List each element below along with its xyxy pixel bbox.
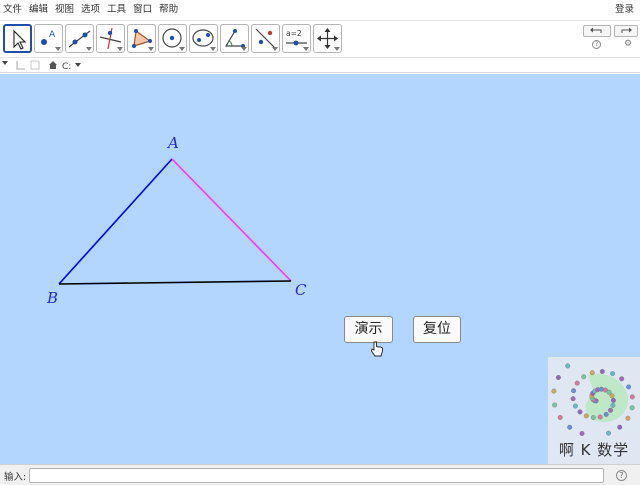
graphics-view[interactable]: A B C 演示 复位 啊 K 数学 [0,74,640,464]
input-field[interactable] [29,468,604,483]
help-icon[interactable]: ? [592,40,601,49]
redo-icon [621,27,632,33]
tool-menu-arrow-icon [117,47,123,51]
input-help-icon[interactable]: ? [616,470,627,481]
demo-button[interactable]: 演示 [344,316,393,343]
point-c-label: C [295,281,307,299]
input-label: 输入: [4,472,27,483]
point-tool-button[interactable]: A [34,24,63,53]
segment-ac[interactable] [171,158,292,282]
slider-tool-text: a=2 [286,29,302,38]
point-b-label: B [47,289,59,307]
axes-icon[interactable] [16,61,25,70]
circle-three-points-tool-button[interactable] [189,24,218,53]
tool-menu-arrow-icon [334,47,340,51]
tool-menu-arrow-icon [272,47,278,51]
spiral-dots-logo-icon [551,363,635,436]
toolbar: A a=2 [0,20,640,58]
graphics-style-bar: C: [0,58,640,73]
input-bar: 输入: ? [0,464,640,485]
tool-menu-arrow-icon [86,47,92,51]
slider-tool-button[interactable]: a=2 [282,24,311,53]
move-tool-icon [13,29,27,50]
segment-ab[interactable] [58,158,173,285]
menu-bar: 文件 编辑 视图 选项 工具 窗口 帮助 [0,0,640,19]
logo: 啊 K 数学 [548,357,640,464]
circle-tool-button[interactable] [158,24,187,53]
tool-menu-arrow-icon [55,47,61,51]
redo-button[interactable] [614,25,638,37]
tool-menu-arrow-icon [148,47,154,51]
style-bar-toggle-icon[interactable] [2,61,8,65]
menu-view[interactable]: 视图 [52,0,78,19]
menu-tools[interactable]: 工具 [104,0,130,19]
move-tool-button[interactable] [3,24,32,53]
svg-text:A: A [49,30,56,40]
tool-menu-arrow-icon [303,47,309,51]
segment-bc[interactable] [58,280,292,285]
reset-button[interactable]: 复位 [413,316,461,343]
menu-options[interactable]: 选项 [78,0,104,19]
point-capture-icon[interactable]: C: [62,62,71,72]
undo-button[interactable] [583,25,611,37]
style-bar-icons: C: [2,60,81,72]
perpendicular-line-tool-button[interactable] [96,24,125,53]
logo-text: 啊 K 数学 [558,441,630,459]
home-icon[interactable] [49,61,57,69]
tool-menu-arrow-icon [210,47,216,51]
login-link[interactable]: 登录 [615,0,634,19]
undo-icon [590,27,602,33]
gear-icon[interactable]: ⚙ [624,39,632,49]
reflect-tool-button[interactable] [251,24,280,53]
menu-edit[interactable]: 编辑 [26,0,52,19]
menu-window[interactable]: 窗口 [130,0,156,19]
menu-file[interactable]: 文件 [0,0,26,19]
point-a-label: A [168,134,179,152]
polygon-tool-button[interactable] [127,24,156,53]
line-tool-button[interactable] [65,24,94,53]
angle-tool-button[interactable] [220,24,249,53]
grid-icon[interactable] [30,60,40,70]
geometry-drawing [58,158,292,285]
hand-cursor-icon [371,341,383,357]
chevron-down-icon[interactable] [75,63,81,67]
move-graphics-view-tool-button[interactable] [313,24,342,53]
menu-help[interactable]: 帮助 [156,0,182,19]
tool-menu-arrow-icon [241,47,247,51]
tool-menu-arrow-icon [179,47,185,51]
